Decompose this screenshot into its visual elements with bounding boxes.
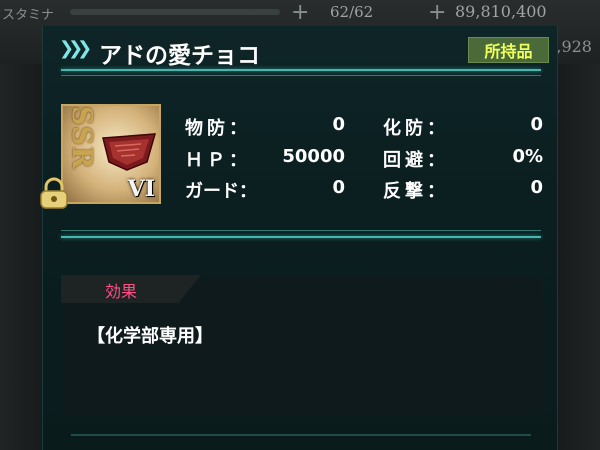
plus-icon[interactable]: + xyxy=(428,0,446,25)
item-name: アドの愛チョコ xyxy=(99,43,260,69)
background-left xyxy=(0,64,42,450)
stat-label: 物防： xyxy=(185,118,251,139)
stat-label: 回避： xyxy=(383,150,449,171)
divider xyxy=(61,236,541,238)
effect-text: 【化学部専用】 xyxy=(87,326,213,347)
stamina-value: 62/62 xyxy=(330,3,374,21)
inventory-badge[interactable]: 所持品 xyxy=(468,37,549,63)
money-value: 89,810,400 xyxy=(455,2,547,21)
effect-tab-label: 効果 xyxy=(105,282,138,301)
level-label: VI xyxy=(127,176,155,202)
rarity-label: SSR xyxy=(66,106,97,170)
stat-label: 化防： xyxy=(383,118,449,139)
stat-value: 50000 xyxy=(282,146,345,167)
divider xyxy=(61,69,541,71)
stat-label: ガード： xyxy=(185,181,257,202)
stat-label: ＨＰ： xyxy=(185,150,251,171)
title-row: ❯❯❯ アドの愛チョコ 所持品 xyxy=(59,36,549,69)
lock-icon[interactable] xyxy=(37,176,71,210)
stat-value: 0 xyxy=(530,177,543,198)
stat-value: 0% xyxy=(512,146,543,167)
chocolate-icon xyxy=(102,133,157,171)
stamina-bar xyxy=(70,9,280,15)
effect-tab: 効果 xyxy=(61,275,201,303)
background-right xyxy=(558,64,600,450)
stamina-label: スタミナ xyxy=(2,8,55,23)
item-icon[interactable]: SSR VI xyxy=(61,104,161,204)
divider xyxy=(61,75,541,76)
item-detail-panel: ❯❯❯ アドの愛チョコ 所持品 SSR VI 物防： 0 ＨＰ： 50000 ガ… xyxy=(40,26,558,450)
stat-value: 0 xyxy=(332,114,345,135)
divider xyxy=(61,230,541,231)
divider xyxy=(71,434,531,436)
effect-section: 効果 【化学部専用】 xyxy=(61,275,541,415)
plus-icon[interactable]: + xyxy=(291,0,309,25)
stat-label: 反撃： xyxy=(383,181,449,202)
stat-value: 0 xyxy=(332,177,345,198)
stat-value: 0 xyxy=(530,114,543,135)
chevron-right-icon: ❯❯❯ xyxy=(59,38,92,59)
